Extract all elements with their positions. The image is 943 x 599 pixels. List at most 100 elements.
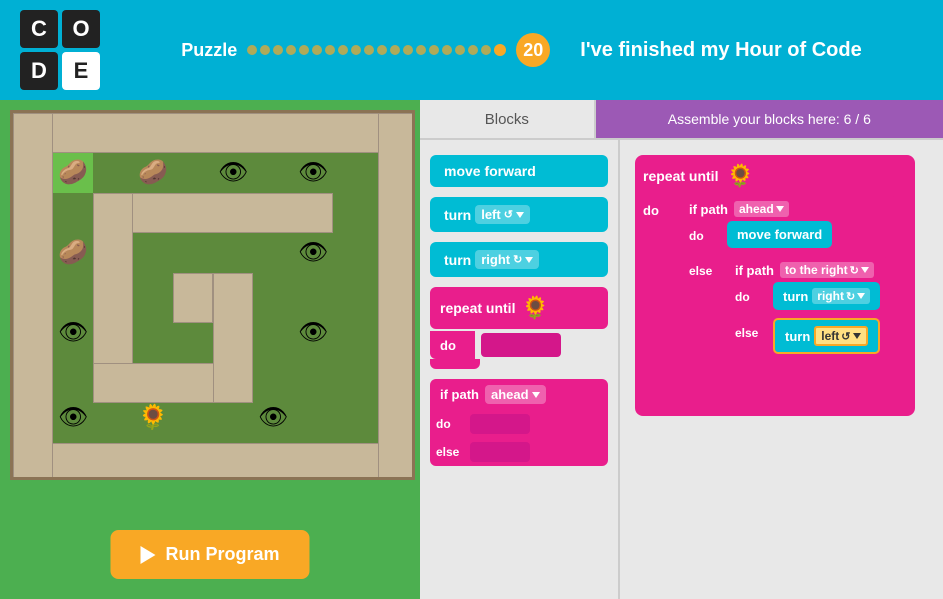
maze-wall-top	[13, 113, 415, 153]
ahead-dropdown[interactable]: ahead	[485, 385, 546, 404]
asm-else-label-2: else	[735, 318, 767, 340]
puzzle-dot-5	[299, 45, 309, 55]
blocks-tabs: Blocks Assemble your blocks here: 6 / 6	[420, 100, 943, 140]
blocks-workspace: move forward turn left ↺ turn right	[420, 140, 943, 599]
asm-turn-right-dropdown[interactable]: right ↻	[812, 288, 870, 304]
asm-turn-right-arrow	[857, 293, 865, 299]
puzzle-dot-9	[351, 45, 361, 55]
puzzle-dot-11	[377, 45, 387, 55]
creature-3: 👁	[218, 158, 248, 187]
asm-turn-right[interactable]: turn right ↻	[773, 282, 880, 310]
asm-repeat-header: repeat until 🌻	[643, 163, 907, 189]
maze-wall-bottom	[13, 443, 415, 480]
creature-4: 👁	[298, 158, 328, 187]
block-move-forward[interactable]: move forward	[430, 155, 608, 187]
run-button-label: Run Program	[165, 544, 279, 565]
puzzle-dot-17	[455, 45, 465, 55]
turn-right-dropdown[interactable]: right ↻	[475, 250, 539, 269]
creature-8: 👁	[298, 318, 328, 347]
puzzle-dot-10	[364, 45, 374, 55]
asm-else-row-2: else turn left ↺	[735, 318, 880, 354]
maze-inner-mid	[173, 273, 213, 323]
tab-assemble[interactable]: Assemble your blocks here: 6 / 6	[596, 100, 943, 138]
asm-repeat-tail	[643, 396, 713, 408]
asm-right-arrow	[861, 267, 869, 273]
puzzle-dot-14	[416, 45, 426, 55]
turn-left-dropdown[interactable]: left ↺	[475, 205, 530, 224]
logo-o: O	[62, 10, 100, 48]
maze-inner-right	[213, 273, 253, 403]
asm-do-label: do	[643, 195, 675, 218]
repeat-tail	[430, 359, 480, 369]
puzzle-dot-12	[390, 45, 400, 55]
asm-if-path-ahead: if path ahead do	[681, 195, 896, 392]
if-do-row: do	[430, 410, 608, 438]
if-do-slot	[470, 414, 530, 434]
block-repeat-until[interactable]: repeat until 🌻	[430, 287, 608, 329]
palette-if-block: if path ahead do else	[430, 379, 608, 466]
finished-text: I've finished my Hour of Code	[580, 39, 861, 62]
asm-turn-left-arrow	[853, 333, 861, 339]
sunflower-icon: 🌻	[521, 295, 548, 321]
if-else-row: else	[430, 438, 608, 466]
palette: move forward turn left ↺ turn right	[420, 140, 620, 599]
logo: C O D E	[20, 10, 100, 90]
palette-repeat-block: repeat until 🌻 do	[430, 287, 608, 369]
puzzle-number: 20	[516, 33, 550, 67]
play-icon	[140, 546, 155, 564]
puzzle-dot-3	[273, 45, 283, 55]
creature-7: 👁	[58, 318, 88, 347]
asm-if-do-label: do	[689, 221, 721, 243]
asm-if-do-row: do move forward	[689, 221, 888, 248]
assembled-area: repeat until 🌻 do if path	[620, 140, 943, 599]
asm-turn-left-dropdown[interactable]: left ↺	[814, 326, 867, 346]
puzzle-dot-19	[481, 45, 491, 55]
puzzle-dots	[247, 44, 506, 56]
puzzle-dot-13	[403, 45, 413, 55]
asm-move-forward[interactable]: move forward	[727, 221, 832, 248]
asm-inner-1: if path ahead do	[681, 195, 896, 392]
dropdown-arrow-right	[525, 257, 533, 263]
asm-do-row-right: do turn right ↻	[735, 282, 880, 310]
puzzle-dot-7	[325, 45, 335, 55]
asm-inner-tail	[727, 370, 787, 382]
if-path-header[interactable]: if path ahead	[430, 379, 608, 410]
puzzle-area: Puzzle 20 I've finished my Hour of Code	[120, 33, 923, 67]
asm-do-label-right: do	[735, 282, 767, 304]
logo-e: E	[62, 52, 100, 90]
do-label: do	[430, 331, 475, 359]
creature-10: 👁	[58, 403, 88, 432]
dropdown-arrow-left	[516, 212, 524, 218]
creature-5: 🥔	[58, 238, 88, 267]
puzzle-dot-16	[442, 45, 452, 55]
game-area: 🥔 🥔 👁 👁 🥔 👁 👁 👁 🌻 👁 👁 🤖 Run Program	[0, 100, 420, 599]
block-turn-right[interactable]: turn right ↻	[430, 242, 608, 277]
maze-canvas: 🥔 🥔 👁 👁 🥔 👁 👁 👁 🌻 👁 👁 🤖	[10, 110, 415, 480]
asm-inner-2: if path to the right ↻	[727, 256, 888, 382]
if-do-label: do	[436, 417, 466, 431]
if-else-label: else	[436, 445, 466, 459]
creature-6: 👁	[298, 238, 328, 267]
puzzle-dot-6	[312, 45, 322, 55]
asm-turn-left[interactable]: turn left ↺	[773, 318, 880, 354]
asm-if-row-1: if path ahead	[689, 201, 888, 217]
asm-ahead-dropdown[interactable]: ahead	[734, 201, 789, 217]
asm-ahead-arrow	[776, 206, 784, 212]
creature-11: 👁	[258, 403, 288, 432]
do-slot	[481, 333, 561, 357]
puzzle-dot-4	[286, 45, 296, 55]
asm-right-dropdown[interactable]: to the right ↻	[780, 262, 874, 278]
asm-if-path-right: if path to the right ↻	[727, 256, 888, 364]
blocks-panel: Blocks Assemble your blocks here: 6 / 6 …	[420, 100, 943, 599]
do-row: do	[430, 331, 608, 359]
creature-9: 🌻	[138, 403, 168, 432]
block-turn-left[interactable]: turn left ↺	[430, 197, 608, 232]
run-button[interactable]: Run Program	[110, 530, 309, 579]
puzzle-dot-18	[468, 45, 478, 55]
asm-do-row: do if path ahead	[643, 195, 907, 392]
asm-sunflower: 🌻	[726, 163, 753, 189]
logo-c: C	[20, 10, 58, 48]
if-else-slot	[470, 442, 530, 462]
logo-d: D	[20, 52, 58, 90]
tab-blocks[interactable]: Blocks	[420, 100, 596, 138]
